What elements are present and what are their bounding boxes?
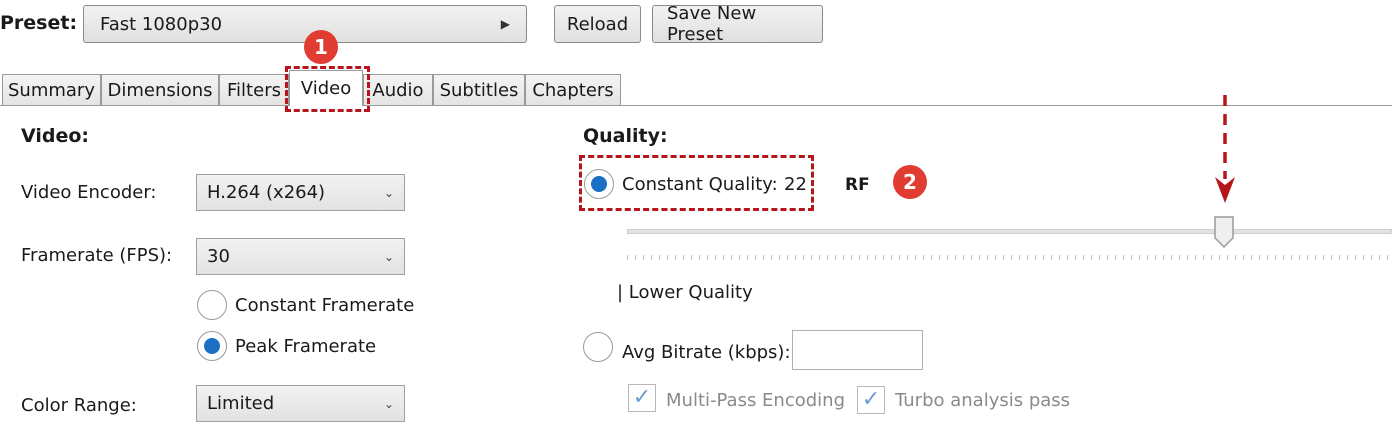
multipass-label: Multi-Pass Encoding	[666, 390, 845, 411]
check-icon: ✓	[632, 385, 652, 410]
chevron-down-icon: ⌄	[383, 396, 394, 411]
video-encoder-select[interactable]: H.264 (x264) ⌄	[196, 174, 405, 211]
chevron-down-icon: ⌄	[383, 249, 394, 264]
peak-framerate-radio[interactable]	[197, 331, 227, 361]
color-range-value: Limited	[207, 393, 275, 414]
tab-summary[interactable]: Summary	[2, 74, 101, 105]
preset-value: Fast 1080p30	[100, 13, 223, 35]
color-range-label: Color Range:	[21, 395, 137, 416]
constant-framerate-radio[interactable]	[197, 290, 227, 320]
video-section-title: Video:	[21, 125, 90, 147]
tab-subtitles[interactable]: Subtitles	[433, 74, 525, 105]
quality-section-title: Quality:	[583, 125, 668, 147]
avg-bitrate-input[interactable]	[792, 330, 923, 370]
rf-label: RF	[845, 175, 870, 195]
framerate-value: 30	[207, 246, 230, 267]
tab-audio[interactable]: Audio	[363, 74, 433, 105]
multipass-checkbox[interactable]: ✓	[628, 384, 656, 412]
preset-selector[interactable]: Fast 1080p30 ▶	[83, 5, 527, 43]
avg-bitrate-radio[interactable]	[583, 332, 613, 362]
video-encoder-value: H.264 (x264)	[207, 182, 326, 203]
video-encoder-label: Video Encoder:	[21, 182, 157, 203]
framerate-select[interactable]: 30 ⌄	[196, 238, 405, 275]
highlight-box-constant-quality	[579, 155, 814, 211]
chevron-down-icon: ⌄	[383, 185, 394, 200]
quality-slider-thumb[interactable]	[1213, 216, 1237, 250]
turbo-checkbox[interactable]: ✓	[857, 386, 885, 414]
color-range-select[interactable]: Limited ⌄	[196, 385, 405, 422]
tab-chapters[interactable]: Chapters	[525, 74, 621, 105]
peak-framerate-label: Peak Framerate	[235, 336, 377, 357]
tab-filters[interactable]: Filters	[219, 74, 289, 105]
chevron-right-icon: ▶	[500, 17, 510, 31]
preset-label: Preset:	[0, 12, 78, 34]
arrow-down-icon	[1215, 95, 1235, 203]
check-icon: ✓	[861, 387, 881, 412]
step-badge-2: 2	[893, 165, 927, 199]
turbo-label: Turbo analysis pass	[895, 390, 1071, 411]
quality-slider-track[interactable]	[627, 229, 1392, 234]
tab-divider	[0, 105, 1392, 106]
quality-slider-ticks	[627, 255, 1392, 260]
step-badge-1: 1	[304, 30, 338, 64]
avg-bitrate-label: Avg Bitrate (kbps):	[622, 342, 791, 363]
tab-dimensions[interactable]: Dimensions	[101, 74, 219, 105]
lower-quality-label: | Lower Quality	[617, 282, 753, 303]
framerate-label: Framerate (FPS):	[21, 245, 173, 266]
reload-button[interactable]: Reload	[554, 5, 641, 43]
constant-framerate-label: Constant Framerate	[235, 295, 415, 316]
save-new-preset-button[interactable]: Save New Preset	[652, 3, 823, 45]
highlight-box-video-tab	[285, 66, 370, 112]
